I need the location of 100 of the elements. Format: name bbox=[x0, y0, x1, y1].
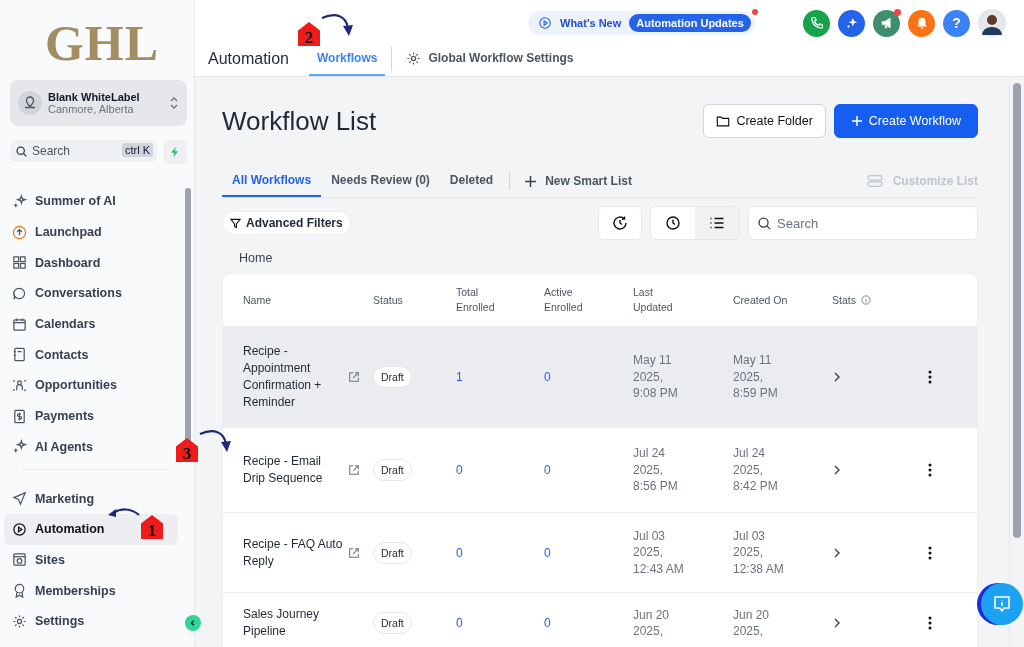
workflow-name[interactable]: Recipe - Email Drip Sequence bbox=[243, 453, 343, 487]
search-icon bbox=[757, 216, 772, 231]
create-folder-button[interactable]: Create Folder bbox=[703, 104, 826, 138]
sidebar-item[interactable]: Marketing bbox=[4, 483, 178, 514]
table-cell[interactable]: 0 bbox=[456, 616, 463, 630]
table-row[interactable]: Recipe - FAQ Auto Reply Draft 0 0 Jul 03 2025, 12:43 AM Jul 03 2025, 12:38 AM bbox=[223, 513, 977, 593]
sidebar-item[interactable]: Opportunities bbox=[4, 370, 178, 401]
page-title: Workflow List bbox=[222, 105, 377, 137]
external-link-icon[interactable] bbox=[348, 546, 360, 559]
clock-icon bbox=[665, 215, 681, 231]
workflow-name[interactable]: Sales Journey Pipeline bbox=[243, 606, 343, 640]
external-link-icon[interactable] bbox=[348, 371, 360, 383]
new-smart-list-button[interactable]: New Smart List bbox=[518, 174, 638, 188]
advanced-filters-button[interactable]: Advanced Filters bbox=[222, 211, 351, 235]
history-button[interactable] bbox=[598, 206, 642, 240]
logo: GHL bbox=[44, 14, 160, 72]
sidebar-item[interactable]: Conversations bbox=[4, 278, 178, 309]
sidebar-item[interactable]: Settings bbox=[4, 605, 178, 637]
sidebar-item[interactable]: Summer of AI bbox=[4, 186, 178, 217]
chevron-right-icon[interactable] bbox=[832, 371, 842, 383]
table-cell-text: Jun 20 2025, bbox=[733, 606, 771, 640]
column-header: Created On bbox=[733, 292, 788, 308]
sidebar-item[interactable]: Dashboard bbox=[4, 247, 178, 279]
chevron-left-icon bbox=[189, 619, 197, 627]
sidebar-item[interactable]: Calendars bbox=[4, 308, 178, 340]
table-cell-text: May 11 2025, 9:08 PM bbox=[633, 352, 679, 402]
sparkle-icon bbox=[12, 193, 27, 209]
megaphone-icon bbox=[879, 16, 894, 30]
table-cell[interactable]: 0 bbox=[456, 545, 463, 560]
book-icon bbox=[12, 347, 27, 363]
chevron-updown-icon bbox=[169, 96, 179, 110]
sidebar-item[interactable]: AI Agents bbox=[4, 431, 178, 463]
calendar-icon bbox=[12, 316, 27, 332]
chat-icon bbox=[12, 285, 27, 301]
external-link-icon[interactable] bbox=[348, 464, 360, 476]
lightning-icon bbox=[169, 146, 181, 158]
notifications-button[interactable] bbox=[908, 9, 935, 37]
sidebar-item[interactable]: Memberships bbox=[4, 575, 178, 606]
updates-badge[interactable]: Automation Updates bbox=[629, 14, 751, 32]
create-workflow-button[interactable]: Create Workflow bbox=[833, 104, 978, 138]
filter-icon bbox=[230, 217, 241, 229]
whats-new-pill[interactable]: What's New Automation Updates bbox=[528, 11, 755, 35]
sidebar-item[interactable]: Sites bbox=[4, 544, 178, 576]
curved-arrow bbox=[320, 12, 354, 38]
table-cell[interactable]: 0 bbox=[544, 545, 551, 560]
help-button[interactable]: ? bbox=[943, 9, 970, 37]
table-cell[interactable]: 0 bbox=[544, 463, 551, 477]
workflow-name[interactable]: Recipe - Appointment Confirmation + Reminder bbox=[243, 343, 343, 411]
phone-icon bbox=[809, 16, 824, 30]
table-cell[interactable]: 0 bbox=[544, 616, 551, 630]
more-options-icon[interactable] bbox=[928, 463, 932, 477]
sidebar-item[interactable]: Payments bbox=[4, 400, 178, 432]
list-tab[interactable]: All Workflows bbox=[222, 165, 322, 197]
table-row[interactable]: Sales Journey Pipeline Draft 0 0 Jun 20 2025, Jun 20 2025, bbox=[223, 593, 977, 647]
collapse-sidebar-button[interactable] bbox=[185, 615, 201, 631]
table-cell[interactable]: 0 bbox=[544, 370, 551, 384]
table-cell-text: May 11 2025, 8:59 PM bbox=[733, 352, 779, 402]
search-field[interactable]: Search bbox=[748, 206, 978, 240]
people-icon bbox=[12, 377, 27, 393]
sparkle-icon bbox=[844, 16, 859, 30]
folder-icon bbox=[716, 114, 731, 128]
table-cell[interactable]: 1 bbox=[456, 370, 463, 384]
chevron-right-icon[interactable] bbox=[832, 464, 842, 476]
history-icon bbox=[612, 215, 628, 231]
clock-button[interactable] bbox=[651, 207, 695, 239]
more-options-icon[interactable] bbox=[928, 616, 932, 630]
more-options-icon[interactable] bbox=[928, 545, 932, 560]
announcements-button[interactable] bbox=[873, 9, 900, 37]
ai-button[interactable] bbox=[838, 9, 865, 37]
notification-dot bbox=[894, 8, 901, 16]
nav-tab[interactable]: Global Workflow Settings bbox=[398, 42, 582, 76]
badge-icon bbox=[12, 583, 27, 599]
chevron-right-icon[interactable] bbox=[832, 617, 842, 629]
chevron-right-icon[interactable] bbox=[832, 546, 842, 559]
table-cell-text: Jun 20 2025, bbox=[633, 606, 671, 640]
table-row[interactable]: Recipe - Email Drip Sequence Draft 0 0 Jul 24 2025, 8:56 PM Jul 24 2025, 8:42 PM bbox=[223, 428, 977, 513]
account-switcher[interactable]: Blank WhiteLabel Canmore, Alberta bbox=[10, 80, 187, 126]
workflow-name[interactable]: Recipe - FAQ Auto Reply bbox=[243, 535, 343, 570]
location-pin-icon bbox=[18, 91, 42, 115]
phone-button[interactable] bbox=[803, 9, 830, 37]
column-header: Last Updated bbox=[633, 285, 674, 315]
table-cell[interactable]: 0 bbox=[456, 463, 463, 477]
play-icon bbox=[12, 521, 27, 537]
avatar[interactable] bbox=[978, 9, 1006, 37]
sidebar-item[interactable]: Launchpad bbox=[4, 216, 178, 248]
list-tab[interactable]: Needs Review (0) bbox=[321, 165, 440, 197]
sidebar-item[interactable]: Contacts bbox=[4, 339, 178, 371]
grid-icon bbox=[12, 255, 27, 271]
table-cell-text: Jul 03 2025, 12:38 AM bbox=[733, 527, 785, 578]
column-header: Total Enrolled bbox=[456, 285, 496, 315]
table-cell-text: Jul 24 2025, 8:56 PM bbox=[633, 445, 679, 495]
breadcrumb[interactable]: Home bbox=[239, 251, 273, 271]
scrollbar[interactable] bbox=[1009, 77, 1024, 647]
more-options-icon[interactable] bbox=[928, 370, 932, 384]
table-row[interactable]: Recipe - Appointment Confirmation + Reminder Draft 1 0 May 11 2025, 9:08 PM May 11 2025, 8:59 PM bbox=[223, 327, 977, 428]
account-name: Blank WhiteLabel bbox=[48, 91, 141, 103]
list-tab[interactable]: Deleted bbox=[439, 165, 504, 197]
support-chat-button[interactable] bbox=[981, 583, 1023, 625]
whats-new-label: What's New bbox=[560, 17, 622, 29]
toggles-icon bbox=[866, 174, 883, 188]
